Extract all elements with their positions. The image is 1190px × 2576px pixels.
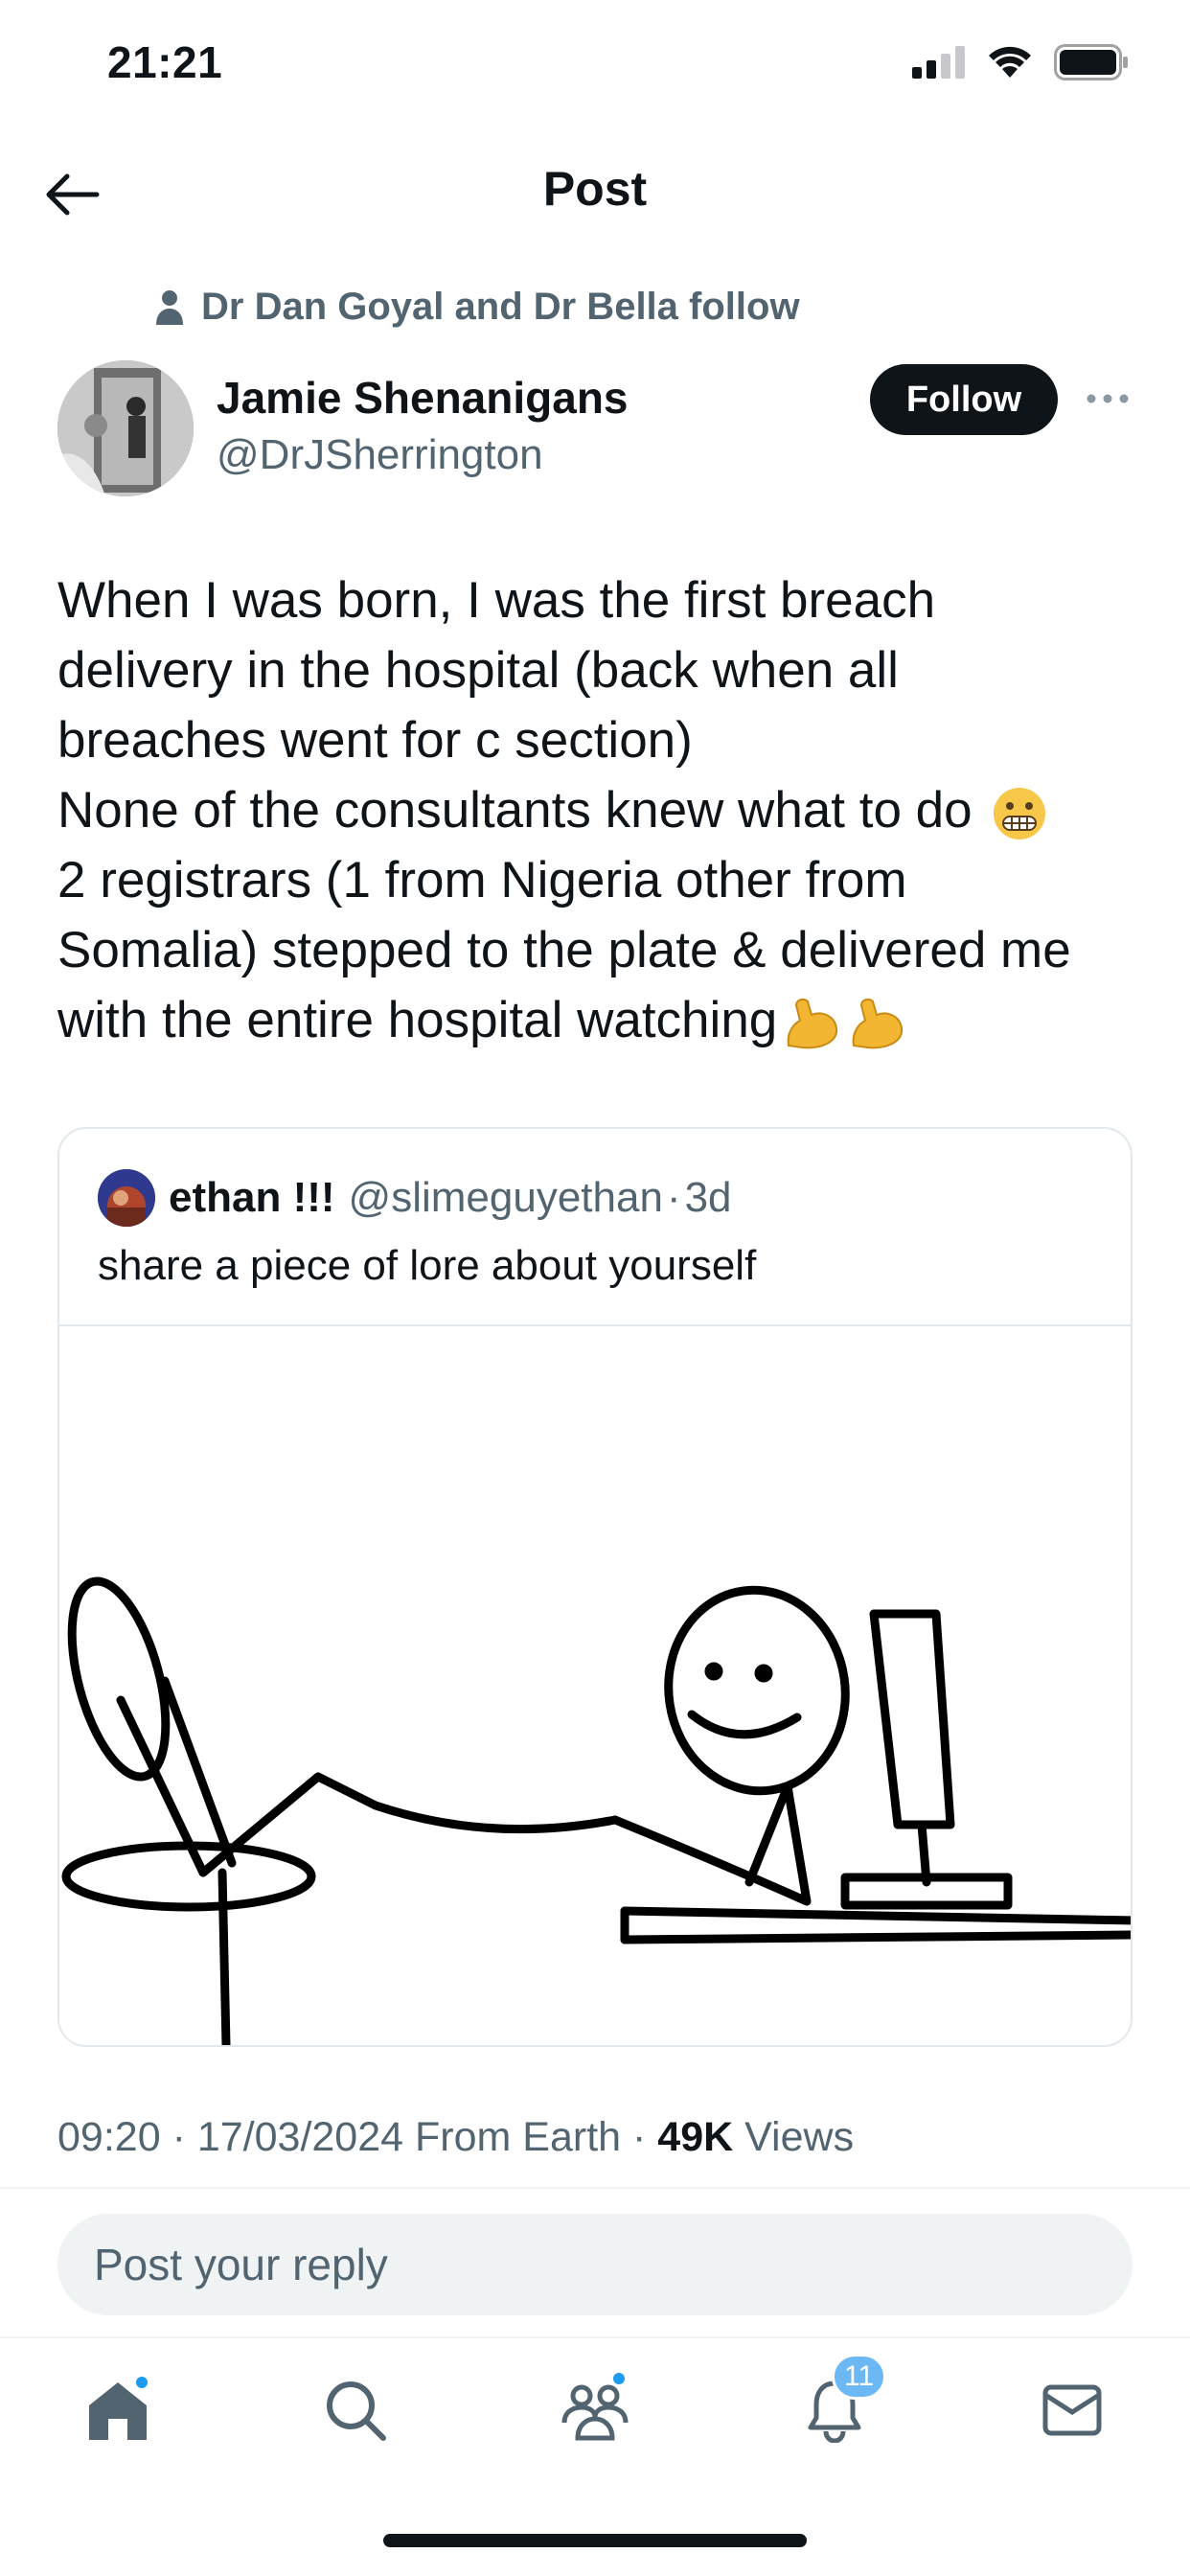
avatar-photo <box>57 360 194 496</box>
meta-separator: · <box>632 2114 647 2160</box>
author-handle[interactable]: @DrJSherrington <box>217 431 543 479</box>
quoted-author-avatar <box>98 1169 155 1227</box>
social-context-text: Dr Dan Goyal and Dr Bella follow <box>201 286 800 328</box>
page-title: Post <box>542 162 648 216</box>
mail-icon <box>1042 2384 1102 2436</box>
social-context[interactable]: Dr Dan Goyal and Dr Bella follow <box>153 286 800 329</box>
post-meta: 09:20 · 17/03/2024 From Earth · 49K View… <box>57 2114 854 2161</box>
quoted-age: 3d <box>684 1174 732 1221</box>
tab-notifications[interactable]: 11 <box>791 2354 887 2453</box>
post-text-line-with-emoji: None of the consultants knew what to do <box>57 775 1150 845</box>
quoted-author-handle: @slimeguyethan <box>348 1174 663 1221</box>
flexed-biceps-emoji <box>787 998 838 1049</box>
author-name[interactable]: Jamie Shenanigans <box>217 372 629 424</box>
cellular-signal-icon <box>912 46 965 79</box>
post-text-line: 2 registrars (1 from Nigeria other from <box>57 852 907 908</box>
post-text-line: delivery in the hospital (back when all <box>57 642 899 699</box>
home-indicator <box>383 2534 807 2547</box>
post-text-line: with the entire hospital watching <box>57 992 778 1048</box>
home-unread-dot <box>134 2375 149 2390</box>
quoted-post-image[interactable] <box>59 1326 1131 2045</box>
tab-communities[interactable] <box>552 2367 638 2453</box>
quoted-post-card[interactable]: ethan !!! @slimeguyethan · 3d share a pi… <box>57 1127 1133 2047</box>
post-source: From Earth <box>415 2114 622 2160</box>
reply-placeholder: Post your reply <box>94 2240 388 2289</box>
author-avatar[interactable] <box>57 360 194 496</box>
bottom-tab-bar: 11 <box>0 2338 1190 2472</box>
more-horizontal-icon <box>1087 394 1129 403</box>
divider <box>0 2187 1190 2189</box>
notifications-badge: 11 <box>832 2354 887 2400</box>
more-options-button[interactable] <box>1079 380 1136 418</box>
quoted-separator: · <box>666 1174 681 1221</box>
person-icon <box>156 289 183 325</box>
post-text-line: None of the consultants knew what to do <box>57 782 973 839</box>
views-label[interactable]: Views <box>744 2114 854 2160</box>
post-text: When I was born, I was the first breach … <box>57 565 1150 1055</box>
tab-home[interactable] <box>75 2367 161 2453</box>
grimacing-face-emoji <box>994 788 1046 840</box>
communities-unread-dot <box>611 2371 627 2386</box>
status-bar: 21:21 <box>0 0 1190 134</box>
post-text-line: breaches went for c section) <box>57 712 693 769</box>
status-time: 21:21 <box>107 37 223 87</box>
quoted-author-name: ethan !!! <box>169 1174 335 1221</box>
post-time: 09:20 <box>57 2114 161 2160</box>
post-text-line-with-emoji: with the entire hospital watching <box>57 985 1150 1055</box>
reply-input[interactable]: Post your reply <box>57 2214 1133 2315</box>
communities-icon <box>561 2384 629 2441</box>
quoted-post-header: ethan !!! @slimeguyethan · 3d <box>98 1169 732 1227</box>
stick-figure-drawing <box>61 1576 1131 2045</box>
tab-messages[interactable] <box>1029 2367 1115 2453</box>
post-text-line: Somalia) stepped to the plate & delivere… <box>57 922 1071 978</box>
flexed-biceps-emoji <box>852 998 904 1049</box>
header: Post <box>0 134 1190 249</box>
post-date: 17/03/2024 <box>196 2114 404 2160</box>
status-icons <box>912 44 1129 80</box>
quoted-avatar-image <box>98 1169 155 1227</box>
search-icon <box>327 2381 386 2441</box>
views-count[interactable]: 49K <box>657 2114 733 2160</box>
wifi-icon <box>989 46 1031 78</box>
follow-button[interactable]: Follow <box>870 364 1058 435</box>
battery-icon <box>1054 44 1128 80</box>
tab-search[interactable] <box>312 2367 399 2453</box>
meta-separator: · <box>172 2114 186 2160</box>
quoted-post-text: share a piece of lore about yourself <box>98 1242 757 1289</box>
post-text-line: When I was born, I was the first breach <box>57 572 936 629</box>
